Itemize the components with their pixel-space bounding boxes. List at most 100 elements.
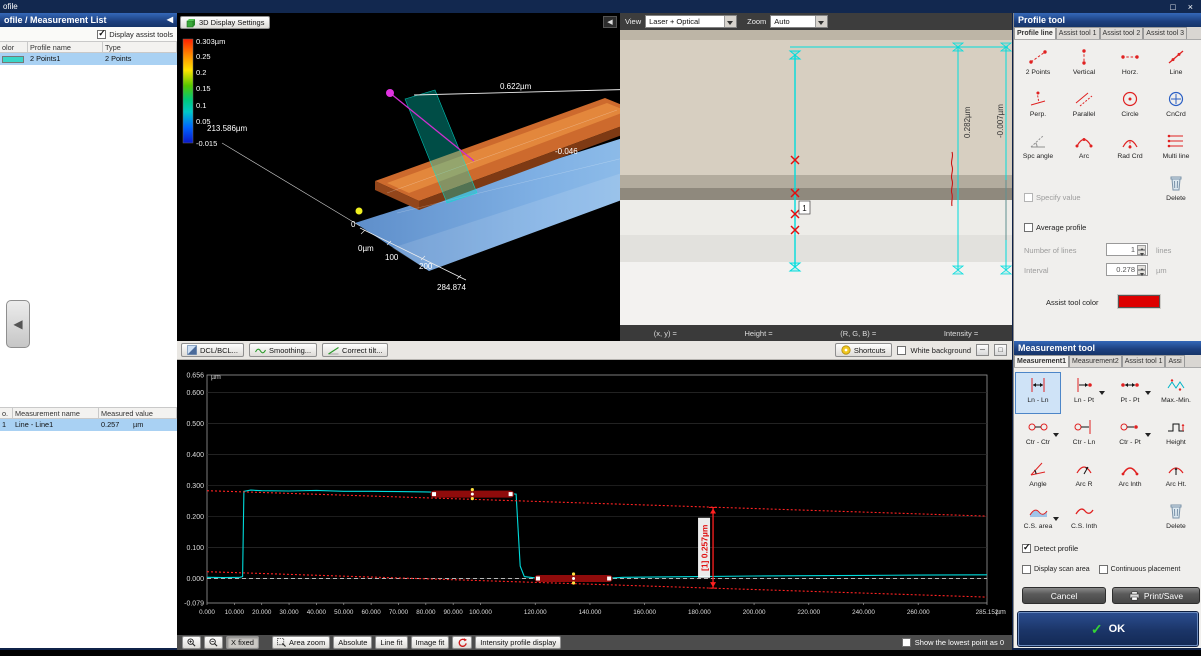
shortcuts-label: Shortcuts (854, 346, 886, 355)
profile-tab-assist-tool-2[interactable]: Assist tool 2 (1100, 27, 1144, 39)
maximize-icon[interactable]: □ (1170, 2, 1175, 12)
view3d-scene[interactable]: 0.303µm 0.25 0.2 0.15 0.1 0.05 -0.015 (177, 13, 620, 341)
view3d-collapse-button[interactable]: ◀ (603, 16, 617, 28)
tool-multi-line[interactable]: Multi line (1154, 129, 1198, 169)
tool-ctr-pt[interactable]: Ctr - Pt (1108, 415, 1152, 455)
display-scan-area-checkbox[interactable] (1022, 565, 1031, 574)
measurement-tab-measurement2[interactable]: Measurement2 (1069, 355, 1122, 367)
refresh-button[interactable] (452, 636, 472, 649)
tool-arc-ht[interactable]: Arc Ht. (1154, 457, 1198, 497)
panel-collapse-button[interactable]: ◀ (6, 300, 30, 348)
tool-circle[interactable]: Circle (1108, 87, 1152, 127)
shortcuts-button[interactable]: Shortcuts (835, 343, 892, 357)
line-end-handle[interactable] (1001, 266, 1011, 274)
zoom-select[interactable]: Auto (770, 15, 828, 28)
tool-perp[interactable]: Perp. (1016, 87, 1060, 127)
tool-vertical[interactable]: Vertical (1062, 45, 1106, 85)
white-background-checkbox[interactable] (897, 346, 906, 355)
lowest-point-checkbox[interactable] (902, 638, 911, 647)
tool-pt-pt[interactable]: Pt - Pt (1108, 373, 1152, 413)
result-row-unit: µm (131, 419, 171, 431)
profile-tab-profile-line[interactable]: Profile line (1014, 27, 1056, 39)
interval-spinner[interactable] (1137, 265, 1146, 275)
profile-tab-assist-tool-3[interactable]: Assist tool 3 (1143, 27, 1187, 39)
smoothing-button[interactable]: Smoothing... (249, 343, 317, 357)
line-end-handle[interactable] (790, 51, 800, 59)
result-table-header: o. Measurement name Measured value (0, 407, 177, 419)
tool-line[interactable]: Line (1154, 45, 1198, 85)
tool-c-s-area[interactable]: C.S. area (1016, 499, 1060, 539)
tool-parallel[interactable]: Parallel (1062, 87, 1106, 127)
ok-button[interactable]: ✓ OK (1018, 612, 1198, 646)
profile-table-row[interactable]: 2 Points1 2 Points (0, 53, 177, 65)
zoom-select-value: Auto (774, 17, 789, 26)
detect-profile-row: Detect profile (1022, 544, 1078, 553)
collapse-left-icon[interactable]: ◀ (167, 13, 173, 27)
tool-arc-r[interactable]: Arc R (1062, 457, 1106, 497)
profile-end-marker[interactable] (386, 89, 394, 97)
tool-arc[interactable]: Arc (1062, 129, 1106, 169)
display-assist-tools-checkbox[interactable] (97, 30, 106, 39)
tool-delete[interactable]: Delete (1154, 499, 1198, 539)
view-label: View (625, 17, 641, 26)
label-neg: -0.046 (555, 147, 578, 156)
number-of-lines-input[interactable]: 1 (1106, 243, 1148, 256)
tool-delete[interactable]: Delete (1154, 171, 1198, 211)
tool-max-min[interactable]: Max.-Min. (1154, 373, 1198, 413)
tool-angle[interactable]: Angle (1016, 457, 1060, 497)
tool-horz[interactable]: Horz. (1108, 45, 1152, 85)
tool-ln-ln[interactable]: Ln - Ln (1016, 373, 1060, 413)
profile-chart[interactable]: 0.6560.6000.5000.4000.3000.2000.1000.000… (177, 360, 1012, 635)
correct-tilt-button[interactable]: Correct tilt... (322, 343, 388, 357)
area-zoom-button[interactable]: Area zoom (272, 636, 330, 649)
tool-ctr-ln[interactable]: Ctr - Ln (1062, 415, 1106, 455)
result-table-row[interactable]: 1 Line - Line1 0.257 µm (0, 419, 177, 431)
close-icon[interactable]: × (1188, 2, 1193, 12)
height-icon (1154, 415, 1198, 439)
print-save-button[interactable]: Print/Save (1112, 587, 1200, 604)
intensity-profile-button[interactable]: Intensity profile display (475, 636, 561, 649)
profile-tab-assist-tool-1[interactable]: Assist tool 1 (1056, 27, 1100, 39)
absolute-button[interactable]: Absolute (333, 636, 372, 649)
tool-ln-pt[interactable]: Ln - Pt (1062, 373, 1106, 413)
camera-image[interactable]: 1 0.282µm -0.007µm (620, 30, 1012, 325)
dcl-bcl-button[interactable]: DCL/BCL... (181, 343, 244, 357)
view3d-settings-button[interactable]: 3D Display Settings (180, 16, 270, 29)
line-end-handle[interactable] (953, 266, 963, 274)
tool-rad-crd[interactable]: Rad Crd (1108, 129, 1152, 169)
result-row-value: 0.257 (99, 419, 131, 431)
svg-text:0.400: 0.400 (186, 452, 204, 459)
tool-cncrd[interactable]: CnCrd (1154, 87, 1198, 127)
minimize-chart-icon[interactable]: ─ (976, 344, 989, 356)
measurement-tab-measurement1[interactable]: Measurement1 (1014, 355, 1069, 367)
image-fit-button[interactable]: Image fit (411, 636, 450, 649)
measurement-tab-assi[interactable]: Assi (1165, 355, 1184, 367)
specify-value-checkbox[interactable] (1024, 193, 1033, 202)
zoom-in-button[interactable] (182, 636, 201, 649)
average-profile-checkbox[interactable] (1024, 223, 1033, 232)
tool-height[interactable]: Height (1154, 415, 1198, 455)
line-end-handle[interactable] (790, 263, 800, 271)
measurement-tab-assist-tool-1[interactable]: Assist tool 1 (1122, 355, 1166, 367)
col-measured-value: Measured value (99, 408, 177, 418)
number-of-lines-spinner[interactable] (1137, 245, 1146, 255)
display-assist-tools-label: Display assist tools (109, 30, 173, 39)
maximize-chart-icon[interactable]: □ (994, 344, 1007, 356)
cancel-button-label: Cancel (1051, 591, 1077, 601)
continuous-placement-checkbox[interactable] (1099, 565, 1108, 574)
tool-ctr-ctr[interactable]: Ctr - Ctr (1016, 415, 1060, 455)
zoom-out-button[interactable] (204, 636, 223, 649)
tool-spc-angle[interactable]: Spc angle (1016, 129, 1060, 169)
detect-profile-checkbox[interactable] (1022, 544, 1031, 553)
view-select[interactable]: Laser + Optical (645, 15, 737, 28)
line-fit-button[interactable]: Line fit (375, 636, 407, 649)
tool-c-s-lnth[interactable]: C.S. lnth (1062, 499, 1106, 539)
assist-tool-color-swatch[interactable] (1118, 295, 1160, 308)
profile-chart-area[interactable]: 0.6560.6000.5000.4000.3000.2000.1000.000… (177, 360, 1012, 635)
cancel-button[interactable]: Cancel (1022, 587, 1106, 604)
profile-start-marker[interactable] (356, 208, 363, 215)
tool-2-points[interactable]: 2 Points (1016, 45, 1060, 85)
tool-arc-lnth[interactable]: Arc lnth (1108, 457, 1152, 497)
x-fixed-button[interactable]: X fixed (226, 636, 259, 649)
interval-input[interactable]: 0.278 (1106, 263, 1148, 276)
